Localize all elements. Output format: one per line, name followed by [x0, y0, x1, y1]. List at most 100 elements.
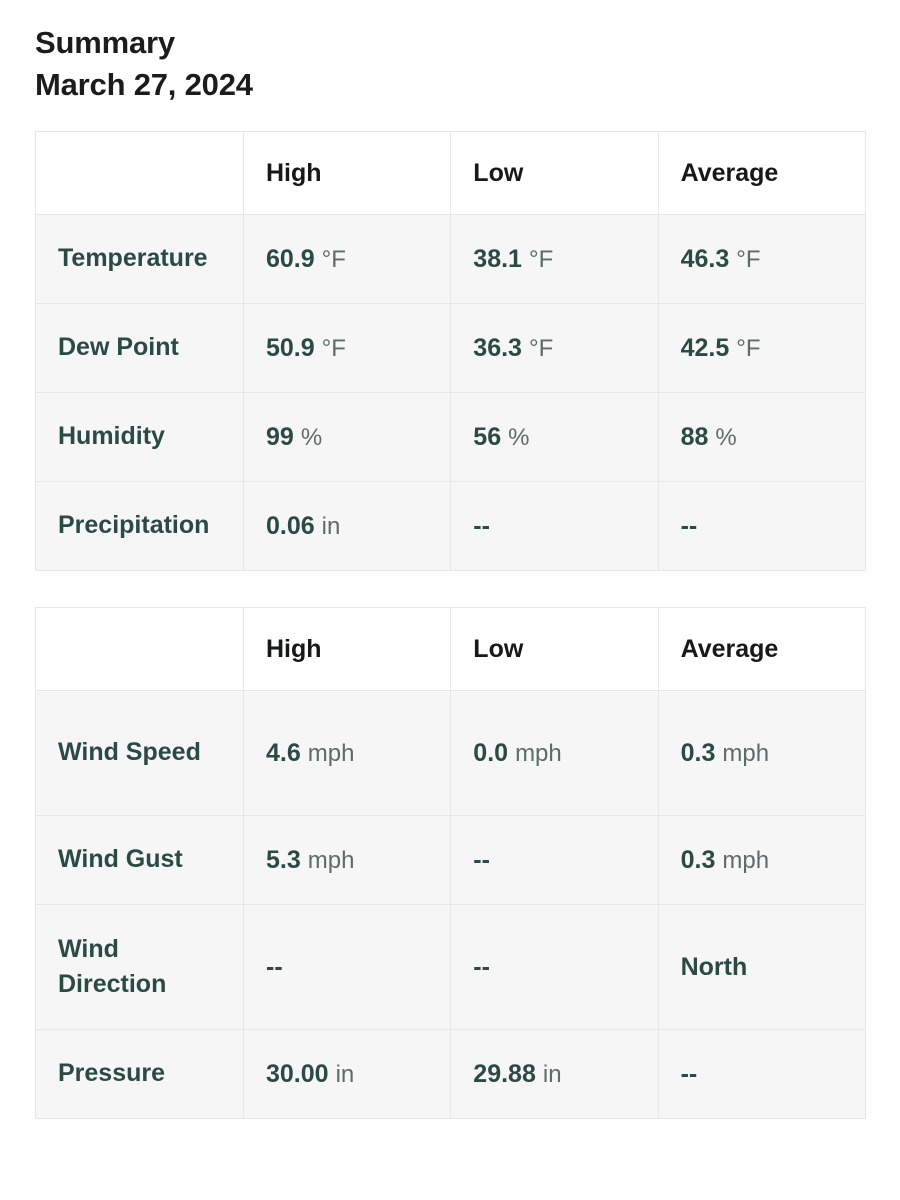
row-label-wind-speed: Wind Speed: [35, 690, 244, 817]
value: 42.5: [680, 333, 730, 362]
page-title: Summary March 27, 2024: [35, 22, 864, 105]
cell-pressure-high: 30.00 in: [242, 1029, 452, 1120]
unit: %: [300, 423, 323, 451]
row-label-humidity: Humidity: [35, 392, 244, 483]
row-label-wind-gust: Wind Gust: [35, 815, 244, 906]
value: 56: [473, 422, 502, 451]
no-data: --: [473, 845, 490, 874]
column-header-high: High: [242, 131, 452, 216]
value: 0.3: [680, 738, 716, 767]
unit: mph: [307, 846, 355, 874]
column-header-low: Low: [450, 131, 659, 216]
wind-table-head: High Low Average: [35, 607, 866, 692]
cell-temperature-low: 38.1 °F: [450, 214, 659, 305]
value: 30.00: [266, 1059, 329, 1088]
column-header-blank: [35, 607, 244, 692]
unit: °F: [528, 245, 554, 273]
cell-dew-point-low: 36.3 °F: [450, 303, 659, 394]
unit: %: [508, 423, 530, 451]
column-header-low: Low: [450, 607, 659, 692]
cell-humidity-low: 56%: [450, 392, 659, 483]
cell-wind-gust-average: 0.3 mph: [657, 815, 866, 906]
unit: °F: [321, 334, 346, 362]
value: 5.3: [266, 845, 301, 874]
table-row: Dew Point 50.9 °F 36.3 °F 42.5 °F: [35, 303, 866, 394]
cell-precipitation-low: --: [450, 481, 659, 572]
value: 88: [680, 422, 709, 451]
summary-date: March 27, 2024: [35, 66, 253, 102]
table-row: Temperature 60.9 °F 38.1 °F 46.3 °F: [35, 214, 866, 305]
cell-pressure-average: --: [657, 1029, 866, 1120]
table-row: Wind Speed 4.6 mph 0.0 mph 0.3 mph: [35, 690, 866, 817]
summary-heading: Summary: [35, 25, 175, 60]
table-row: Wind Gust 5.3 mph -- 0.3 mph: [35, 815, 866, 906]
cell-wind-gust-high: 5.3 mph: [242, 815, 452, 906]
value: 50.9: [266, 333, 315, 362]
cell-pressure-low: 29.88 in: [450, 1029, 659, 1120]
no-data: --: [680, 511, 698, 540]
table-row: Pressure 30.00 in 29.88 in --: [35, 1029, 866, 1120]
summary-page: Summary March 27, 2024 High Low Average …: [0, 0, 900, 1200]
cell-precipitation-high: 0.06 in: [242, 481, 452, 572]
no-data: --: [473, 511, 490, 540]
unit: °F: [736, 245, 761, 273]
table-row: Precipitation 0.06 in -- --: [35, 481, 866, 572]
row-label-temperature: Temperature: [35, 214, 244, 305]
row-label-dew-point: Dew Point: [35, 303, 244, 394]
cell-precipitation-average: --: [657, 481, 866, 572]
value: 29.88: [473, 1059, 536, 1088]
cell-wind-speed-low: 0.0 mph: [450, 690, 659, 817]
value: 38.1: [473, 244, 522, 273]
row-label-wind-direction: Wind Direction: [35, 904, 244, 1031]
conditions-table: High Low Average Temperature 60.9 °F 38.1…: [35, 131, 866, 572]
value: 0.0: [473, 738, 509, 767]
cell-dew-point-high: 50.9 °F: [242, 303, 452, 394]
cell-wind-direction-high: --: [242, 904, 452, 1031]
value: 99: [266, 422, 294, 451]
no-data: --: [473, 952, 490, 981]
cell-humidity-average: 88%: [657, 392, 866, 483]
column-header-blank: [35, 131, 244, 216]
table-header-row: High Low Average: [35, 131, 866, 216]
no-data: --: [680, 1059, 698, 1088]
value: 0.06: [266, 511, 315, 540]
cell-dew-point-average: 42.5 °F: [657, 303, 866, 394]
value: 36.3: [473, 333, 522, 362]
unit: mph: [722, 739, 770, 767]
cell-humidity-high: 99%: [242, 392, 452, 483]
unit: mph: [307, 739, 355, 767]
conditions-table-body: Temperature 60.9 °F 38.1 °F 46.3 °F Dew Poi…: [35, 214, 866, 572]
wind-table: High Low Average Wind Speed 4.6 mph 0.0 mp…: [35, 607, 866, 1120]
value: 46.3: [680, 244, 730, 273]
column-header-average: Average: [657, 607, 866, 692]
cell-wind-speed-high: 4.6 mph: [242, 690, 452, 817]
unit: °F: [528, 334, 554, 362]
cell-wind-direction-low: --: [450, 904, 659, 1031]
wind-table-body: Wind Speed 4.6 mph 0.0 mph 0.3 mph Wind Gus…: [35, 690, 866, 1120]
unit: mph: [515, 739, 562, 767]
column-header-average: Average: [657, 131, 866, 216]
cell-temperature-high: 60.9 °F: [242, 214, 452, 305]
cell-wind-direction-average: North: [657, 904, 866, 1031]
value: 0.3: [680, 845, 716, 874]
cell-temperature-average: 46.3 °F: [657, 214, 866, 305]
unit: °F: [321, 245, 346, 273]
cell-wind-gust-low: --: [450, 815, 659, 906]
value: 60.9: [266, 244, 315, 273]
row-label-pressure: Pressure: [35, 1029, 244, 1120]
row-label-precipitation: Precipitation: [35, 481, 244, 572]
table-row: Wind Direction -- -- North: [35, 904, 866, 1031]
cell-wind-speed-average: 0.3 mph: [657, 690, 866, 817]
table-header-row: High Low Average: [35, 607, 866, 692]
no-data: --: [266, 952, 283, 981]
unit: °F: [736, 334, 761, 362]
value: 4.6: [266, 738, 301, 767]
conditions-table-head: High Low Average: [35, 131, 866, 216]
unit: in: [321, 512, 341, 540]
unit: %: [715, 423, 737, 451]
unit: in: [335, 1060, 355, 1088]
table-row: Humidity 99% 56% 88%: [35, 392, 866, 483]
column-header-high: High: [242, 607, 452, 692]
value: North: [680, 952, 748, 981]
unit: in: [542, 1060, 562, 1088]
